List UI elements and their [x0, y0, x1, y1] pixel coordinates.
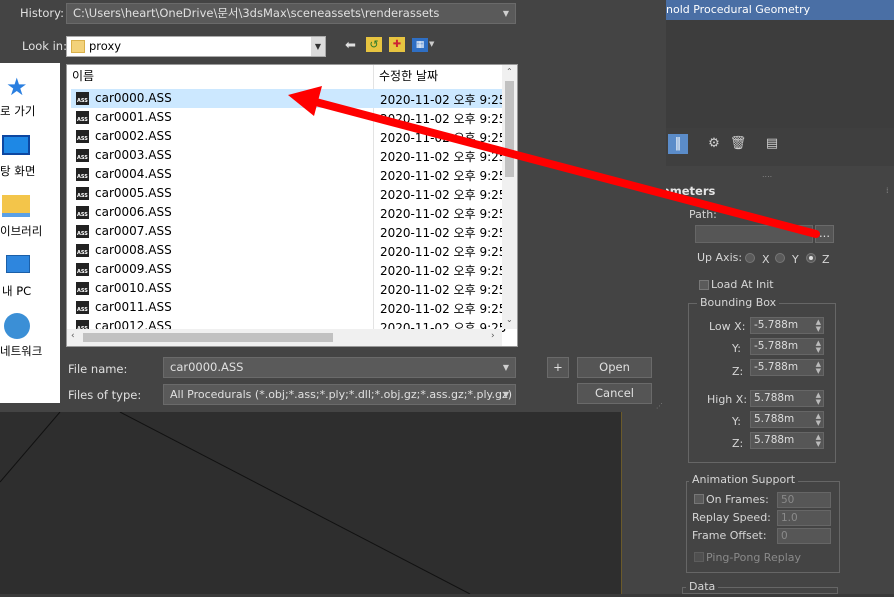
annotation-arrow — [288, 86, 820, 238]
annotation-arrow-head — [288, 86, 322, 116]
annotation-arrow-shaft — [308, 97, 820, 238]
